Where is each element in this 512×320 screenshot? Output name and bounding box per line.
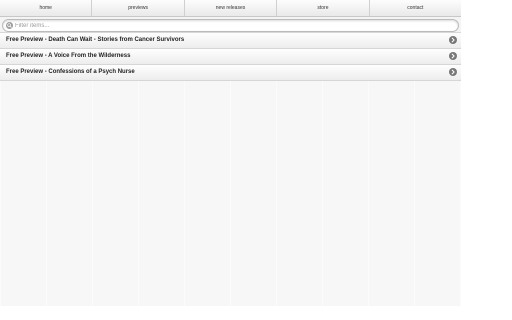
list-item[interactable]: Free Preview - Death Can Wait - Stories … xyxy=(0,33,461,49)
chevron-right-icon xyxy=(449,36,457,44)
nav-item-store[interactable]: store xyxy=(277,0,370,16)
filter-bar xyxy=(0,17,461,33)
list-item-label: Free Preview - A Voice From the Wilderne… xyxy=(6,53,131,59)
list-item-label: Free Preview - Death Can Wait - Stories … xyxy=(6,37,185,43)
nav-item-new-releases[interactable]: new releases xyxy=(185,0,278,16)
search-icon xyxy=(6,22,13,29)
preview-list: Free Preview - Death Can Wait - Stories … xyxy=(0,33,461,81)
list-item[interactable]: Free Preview - Confessions of a Psych Nu… xyxy=(0,65,461,81)
navbar: home previews new releases store contact xyxy=(0,0,461,17)
nav-item-previews[interactable]: previews xyxy=(92,0,185,16)
nav-item-home[interactable]: home xyxy=(0,0,93,16)
nav-item-contact[interactable]: contact xyxy=(370,0,461,16)
list-item-label: Free Preview - Confessions of a Psych Nu… xyxy=(6,69,135,75)
filter-input[interactable] xyxy=(15,20,454,31)
app-page: home previews new releases store contact… xyxy=(0,0,461,306)
chevron-right-icon xyxy=(449,52,457,60)
filter-box xyxy=(2,19,459,32)
chevron-right-icon xyxy=(449,68,457,76)
list-item[interactable]: Free Preview - A Voice From the Wilderne… xyxy=(0,49,461,65)
